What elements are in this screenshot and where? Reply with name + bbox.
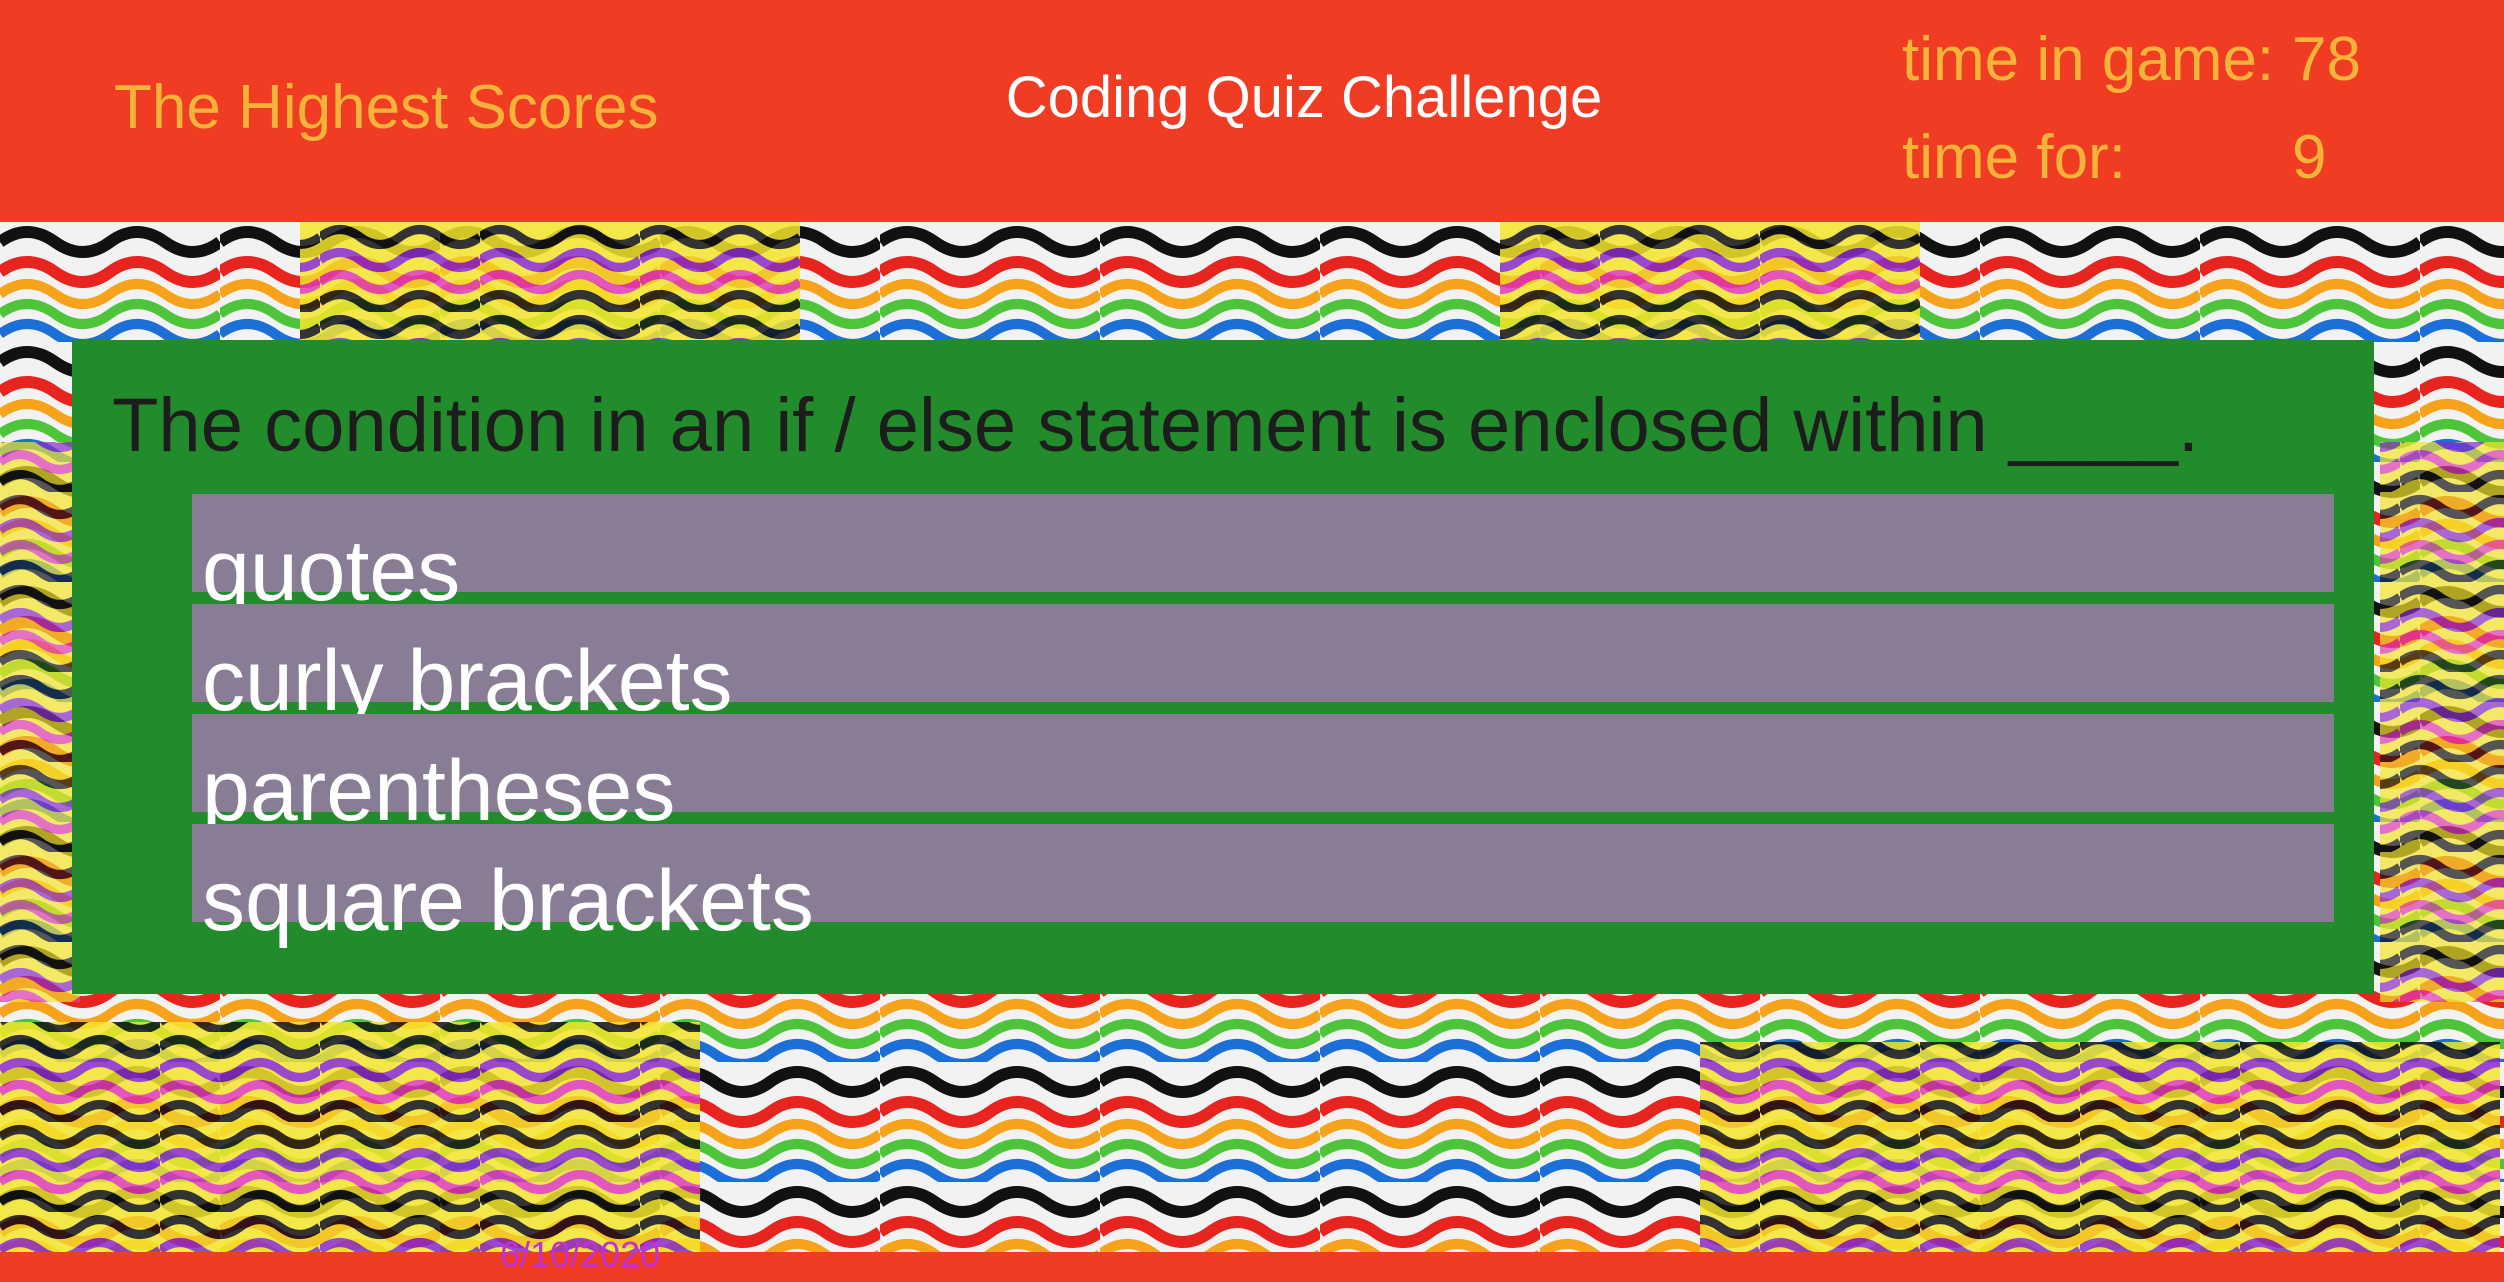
time-for-value: 9	[2292, 123, 2327, 192]
question-text: The condition in an if / else statement …	[112, 383, 2199, 468]
answer-label: quotes	[202, 523, 461, 619]
answer-button-parentheses[interactable]: parentheses	[192, 714, 2334, 834]
time-for-label: time for:	[1902, 123, 2126, 192]
time-in-game-label: time in game:	[1902, 25, 2275, 94]
answer-label: square brackets	[202, 853, 814, 949]
quiz-card: The condition in an if / else statement …	[72, 340, 2374, 994]
time-in-game-value: 78	[2292, 25, 2361, 94]
answer-label: curly brackets	[202, 633, 733, 729]
answer-button-quotes[interactable]: quotes	[192, 494, 2334, 614]
answer-button-square-brackets[interactable]: square brackets	[192, 824, 2334, 944]
answer-label: parentheses	[202, 743, 676, 839]
date-text: 6/10/2020	[500, 1234, 661, 1275]
header-bar: The Highest Scores Coding Quiz Challenge…	[0, 0, 2504, 222]
footer-bar	[0, 1252, 2504, 1282]
answer-button-curly-brackets[interactable]: curly brackets	[192, 604, 2334, 724]
